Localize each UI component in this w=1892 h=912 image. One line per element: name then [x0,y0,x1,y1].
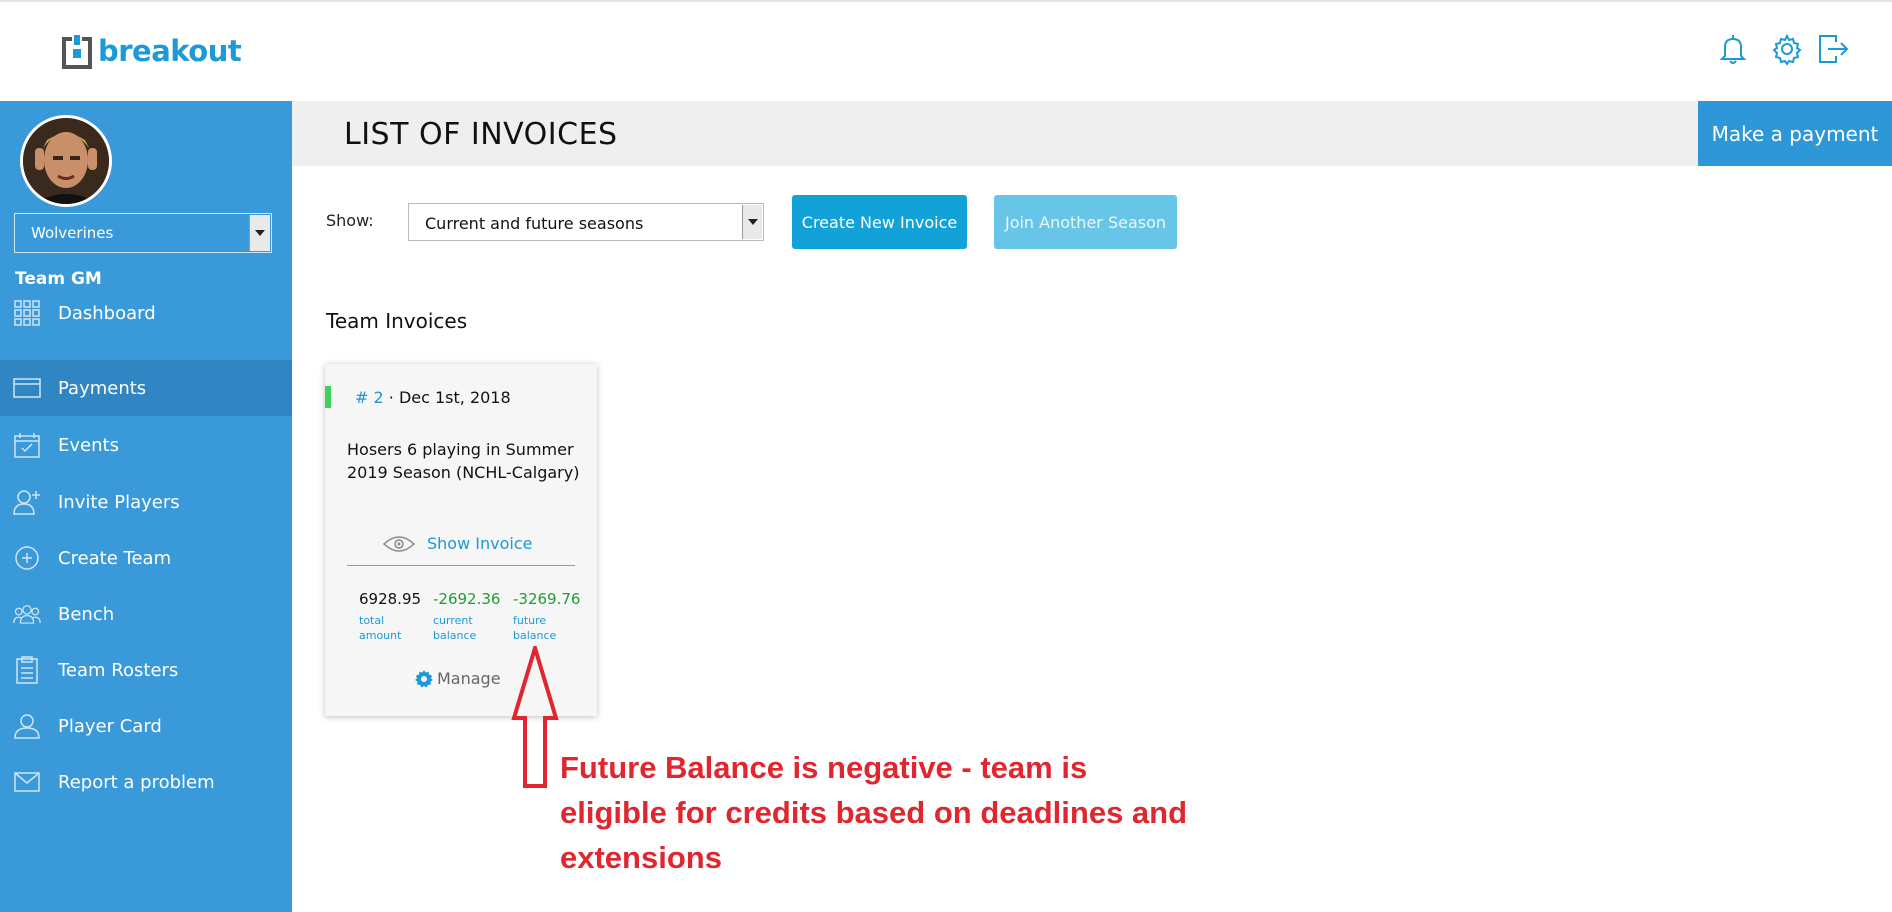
sidebar-item-label: Team Rosters [58,659,179,681]
total-amount: 6928.95 [359,590,422,608]
manage-button[interactable]: Manage [415,669,501,688]
total-amount-label: total amount [359,614,402,642]
status-indicator [325,386,331,408]
show-filter-label: Show: [326,211,374,230]
sidebar-item-report-problem[interactable]: Report a problem [0,754,292,810]
card-icon [13,374,41,402]
future-balance: -3269.76 [513,590,581,608]
bell-icon[interactable] [1716,32,1750,66]
users-icon [13,600,41,628]
make-payment-button[interactable]: Make a payment [1698,101,1892,166]
join-season-button[interactable]: Join Another Season [994,195,1177,249]
page-title-bar: LIST OF INVOICES Make a payment [292,101,1892,166]
current-balance: -2692.36 [433,590,501,608]
sidebar-item-label: Events [58,434,119,456]
sidebar-item-label: Player Card [58,715,162,737]
sidebar-item-bench[interactable]: Bench [0,586,292,642]
current-balance-label: current balance [433,614,477,642]
gear-icon[interactable] [1770,32,1804,66]
invoice-number[interactable]: # 2 [355,388,384,407]
chevron-down-icon[interactable] [742,205,762,239]
season-filter-value: Current and future seasons [425,214,644,233]
team-select[interactable]: Wolverines [14,213,272,253]
invoice-date: · Dec 1st, 2018 [388,388,511,407]
gear-icon [415,669,433,687]
logo-mark-icon [62,33,92,69]
grid-icon [13,299,41,327]
user-plus-icon [13,488,41,516]
clipboard-icon [13,656,41,684]
invoice-description: Hosers 6 playing in Summer 2019 Season (… [347,440,580,482]
plus-circle-icon [13,544,41,572]
team-select-value: Wolverines [31,224,114,242]
annotation-arrow [511,646,559,788]
section-title: Team Invoices [326,309,468,333]
show-invoice-link[interactable]: Show Invoice [383,534,532,553]
app-header: breakout [0,2,1892,101]
breakout-logo[interactable]: breakout [62,30,242,72]
sidebar-item-payments[interactable]: Payments [0,360,292,416]
sidebar-item-label: Payments [58,377,147,399]
show-invoice-label: Show Invoice [427,534,533,553]
envelope-icon [13,768,41,796]
sidebar-item-label: Invite Players [58,491,180,513]
season-filter-select[interactable]: Current and future seasons [408,203,764,241]
invoice-header: # 2 · Dec 1st, 2018 [355,388,511,407]
eye-icon [383,535,415,552]
sidebar-item-player-card[interactable]: Player Card [0,698,292,754]
sidebar-item-label: Bench [58,603,115,625]
sidebar-item-create-team[interactable]: Create Team [0,530,292,586]
sidebar-item-events[interactable]: Events [0,417,292,473]
sidebar-item-invite-players[interactable]: Invite Players [0,474,292,530]
chevron-down-icon[interactable] [249,215,270,251]
annotation-text: Future Balance is negative - team is eli… [560,750,1188,875]
calendar-icon [13,431,41,459]
logout-icon[interactable] [1816,32,1850,66]
sidebar: Wolverines Team GM Dashboard Payments Ev… [0,101,292,912]
divider [347,565,575,566]
sidebar-item-label: Report a problem [58,771,215,793]
manage-label: Manage [437,669,501,688]
sidebar-item-label: Dashboard [58,302,156,324]
create-invoice-button[interactable]: Create New Invoice [792,195,967,249]
sidebar-item-dashboard[interactable]: Dashboard [0,285,292,341]
avatar[interactable] [20,115,112,207]
logo-text: breakout [98,34,242,68]
sidebar-item-label: Create Team [58,547,172,569]
sidebar-item-team-rosters[interactable]: Team Rosters [0,642,292,698]
user-icon [13,712,41,740]
future-balance-label: future balance [513,614,557,642]
page-title: LIST OF INVOICES [344,117,618,152]
